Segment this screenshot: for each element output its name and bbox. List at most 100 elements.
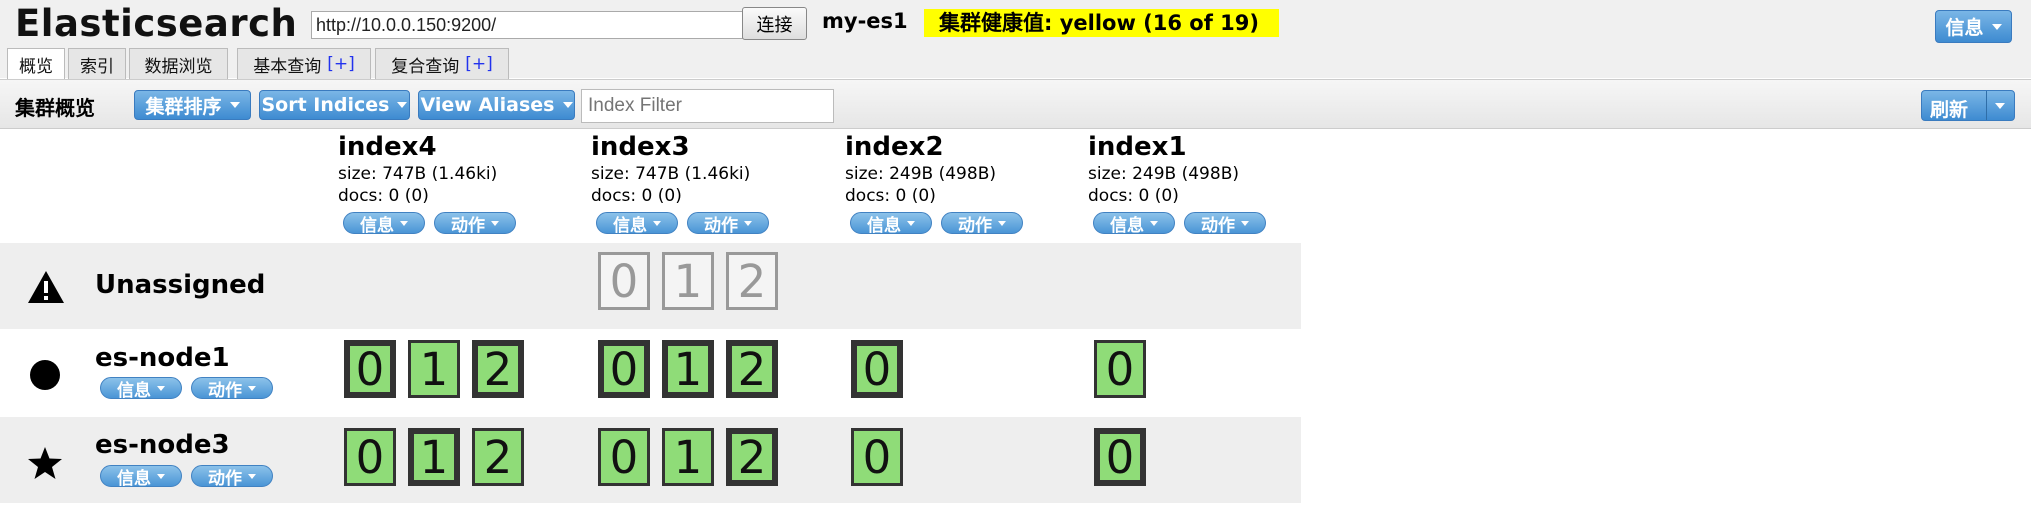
shard[interactable]: 0 (344, 428, 396, 486)
button-label: 动作 (1201, 215, 1235, 234)
tab-label: 概览 (19, 57, 53, 77)
chevron-down-icon (397, 102, 408, 108)
shard[interactable]: 0 (1094, 428, 1146, 486)
chevron-down-icon (1150, 220, 1158, 226)
node-info-button[interactable]: 信息 (100, 465, 182, 487)
header-bar: Elasticsearch 连接 my-es1 集群健康值: yellow (1… (0, 0, 2031, 80)
shard[interactable]: 0 (598, 340, 650, 398)
index-name: index3 (591, 132, 690, 162)
chevron-down-icon (1241, 220, 1249, 226)
index-docs: docs: 0 (0) (591, 186, 682, 206)
chevron-down-icon (907, 220, 915, 226)
shard[interactable]: 2 (472, 428, 524, 486)
toolbar-title: 集群概览 (15, 96, 95, 120)
shard[interactable]: 2 (726, 428, 778, 486)
overview-toolbar: 集群概览 集群排序 Sort Indices View Aliases 刷新 (0, 79, 2031, 129)
index-size: size: 249B (498B) (845, 164, 996, 184)
app-title: Elasticsearch (15, 2, 298, 45)
index-info-button[interactable]: 信息 (596, 212, 678, 234)
chevron-down-icon (653, 220, 661, 226)
chevron-down-icon (744, 220, 752, 226)
shard[interactable]: 2 (726, 340, 778, 398)
row-label-unassigned: Unassigned (95, 270, 266, 300)
node-action-button[interactable]: 动作 (191, 377, 273, 399)
shard[interactable]: 0 (851, 340, 903, 398)
chevron-down-icon (248, 473, 256, 479)
index-docs: docs: 0 (0) (845, 186, 936, 206)
index-info-button[interactable]: 信息 (1093, 212, 1175, 234)
button-divider (1986, 91, 1987, 120)
connect-button[interactable]: 连接 (742, 7, 807, 40)
index-filter-input[interactable] (581, 89, 834, 123)
node-action-button[interactable]: 动作 (191, 465, 273, 487)
shard-unassigned[interactable]: 0 (598, 252, 650, 310)
shard[interactable]: 2 (472, 340, 524, 398)
index-name: index4 (338, 132, 437, 162)
chevron-down-icon (400, 220, 408, 226)
info-menu-label: 信息 (1945, 17, 1984, 39)
tab-label: 索引 (80, 56, 114, 77)
index-action-button[interactable]: 动作 (941, 212, 1023, 234)
cluster-name: my-es1 (822, 9, 908, 33)
tab-label: 复合查询 (391, 56, 460, 77)
button-label: 动作 (958, 215, 992, 234)
index-info-button[interactable]: 信息 (850, 212, 932, 234)
shard[interactable]: 1 (662, 340, 714, 398)
circle-icon (25, 355, 65, 395)
shard-unassigned[interactable]: 1 (662, 252, 714, 310)
index-action-button[interactable]: 动作 (434, 212, 516, 234)
shard[interactable]: 0 (1094, 340, 1146, 398)
shard[interactable]: 0 (598, 428, 650, 486)
shard-unassigned[interactable]: 2 (726, 252, 778, 310)
tab-indices[interactable]: 索引 (68, 48, 126, 79)
button-label: 信息 (1110, 215, 1144, 234)
url-input[interactable] (311, 11, 743, 39)
button-label: 信息 (613, 215, 647, 234)
shard[interactable]: 1 (408, 340, 460, 398)
tab-label: 数据浏览 (144, 56, 213, 77)
sort-indices-button[interactable]: Sort Indices (259, 90, 410, 120)
index-name: index2 (845, 132, 944, 162)
node-info-button[interactable]: 信息 (100, 377, 182, 399)
shard[interactable]: 1 (408, 428, 460, 486)
chevron-down-icon (491, 220, 499, 226)
button-label: 动作 (208, 380, 242, 399)
button-label: 动作 (451, 215, 485, 234)
chevron-down-icon (157, 385, 165, 391)
chevron-down-icon (562, 102, 573, 108)
chevron-down-icon (157, 473, 165, 479)
star-icon (25, 443, 65, 483)
button-label: 动作 (208, 468, 242, 487)
tab-label: 基本查询 (253, 56, 322, 77)
index-info-button[interactable]: 信息 (343, 212, 425, 234)
index-name: index1 (1088, 132, 1187, 162)
view-aliases-button[interactable]: View Aliases (418, 90, 575, 120)
tab-compound-query[interactable]: 复合查询 [+] (375, 48, 509, 79)
index-action-button[interactable]: 动作 (1184, 212, 1266, 234)
tab-basic-query[interactable]: 基本查询 [+] (237, 48, 371, 79)
tab-browser[interactable]: 数据浏览 (129, 48, 228, 79)
chevron-down-icon[interactable] (1995, 103, 2005, 109)
tab-overview[interactable]: 概览 (7, 48, 65, 80)
refresh-button[interactable]: 刷新 (1921, 90, 2015, 121)
chevron-down-icon (998, 220, 1006, 226)
add-tab-link[interactable]: [+] (465, 54, 493, 74)
shard[interactable]: 0 (344, 340, 396, 398)
index-size: size: 747B (1.46ki) (338, 164, 498, 184)
button-label: 信息 (867, 215, 901, 234)
shard[interactable]: 0 (851, 428, 903, 486)
button-label: 信息 (117, 380, 151, 399)
index-size: size: 249B (498B) (1088, 164, 1239, 184)
node-name: es-node1 (95, 343, 230, 373)
shard[interactable]: 1 (662, 428, 714, 486)
index-action-button[interactable]: 动作 (687, 212, 769, 234)
chevron-down-icon (248, 385, 256, 391)
add-tab-link[interactable]: [+] (327, 54, 355, 74)
button-label: Sort Indices (261, 94, 390, 116)
sort-cluster-button[interactable]: 集群排序 (134, 90, 251, 120)
button-label: 刷新 (1930, 99, 1969, 121)
button-label: 信息 (117, 468, 151, 487)
index-docs: docs: 0 (0) (1088, 186, 1179, 206)
info-menu-button[interactable]: 信息 (1935, 10, 2012, 43)
chevron-down-icon (229, 102, 240, 108)
